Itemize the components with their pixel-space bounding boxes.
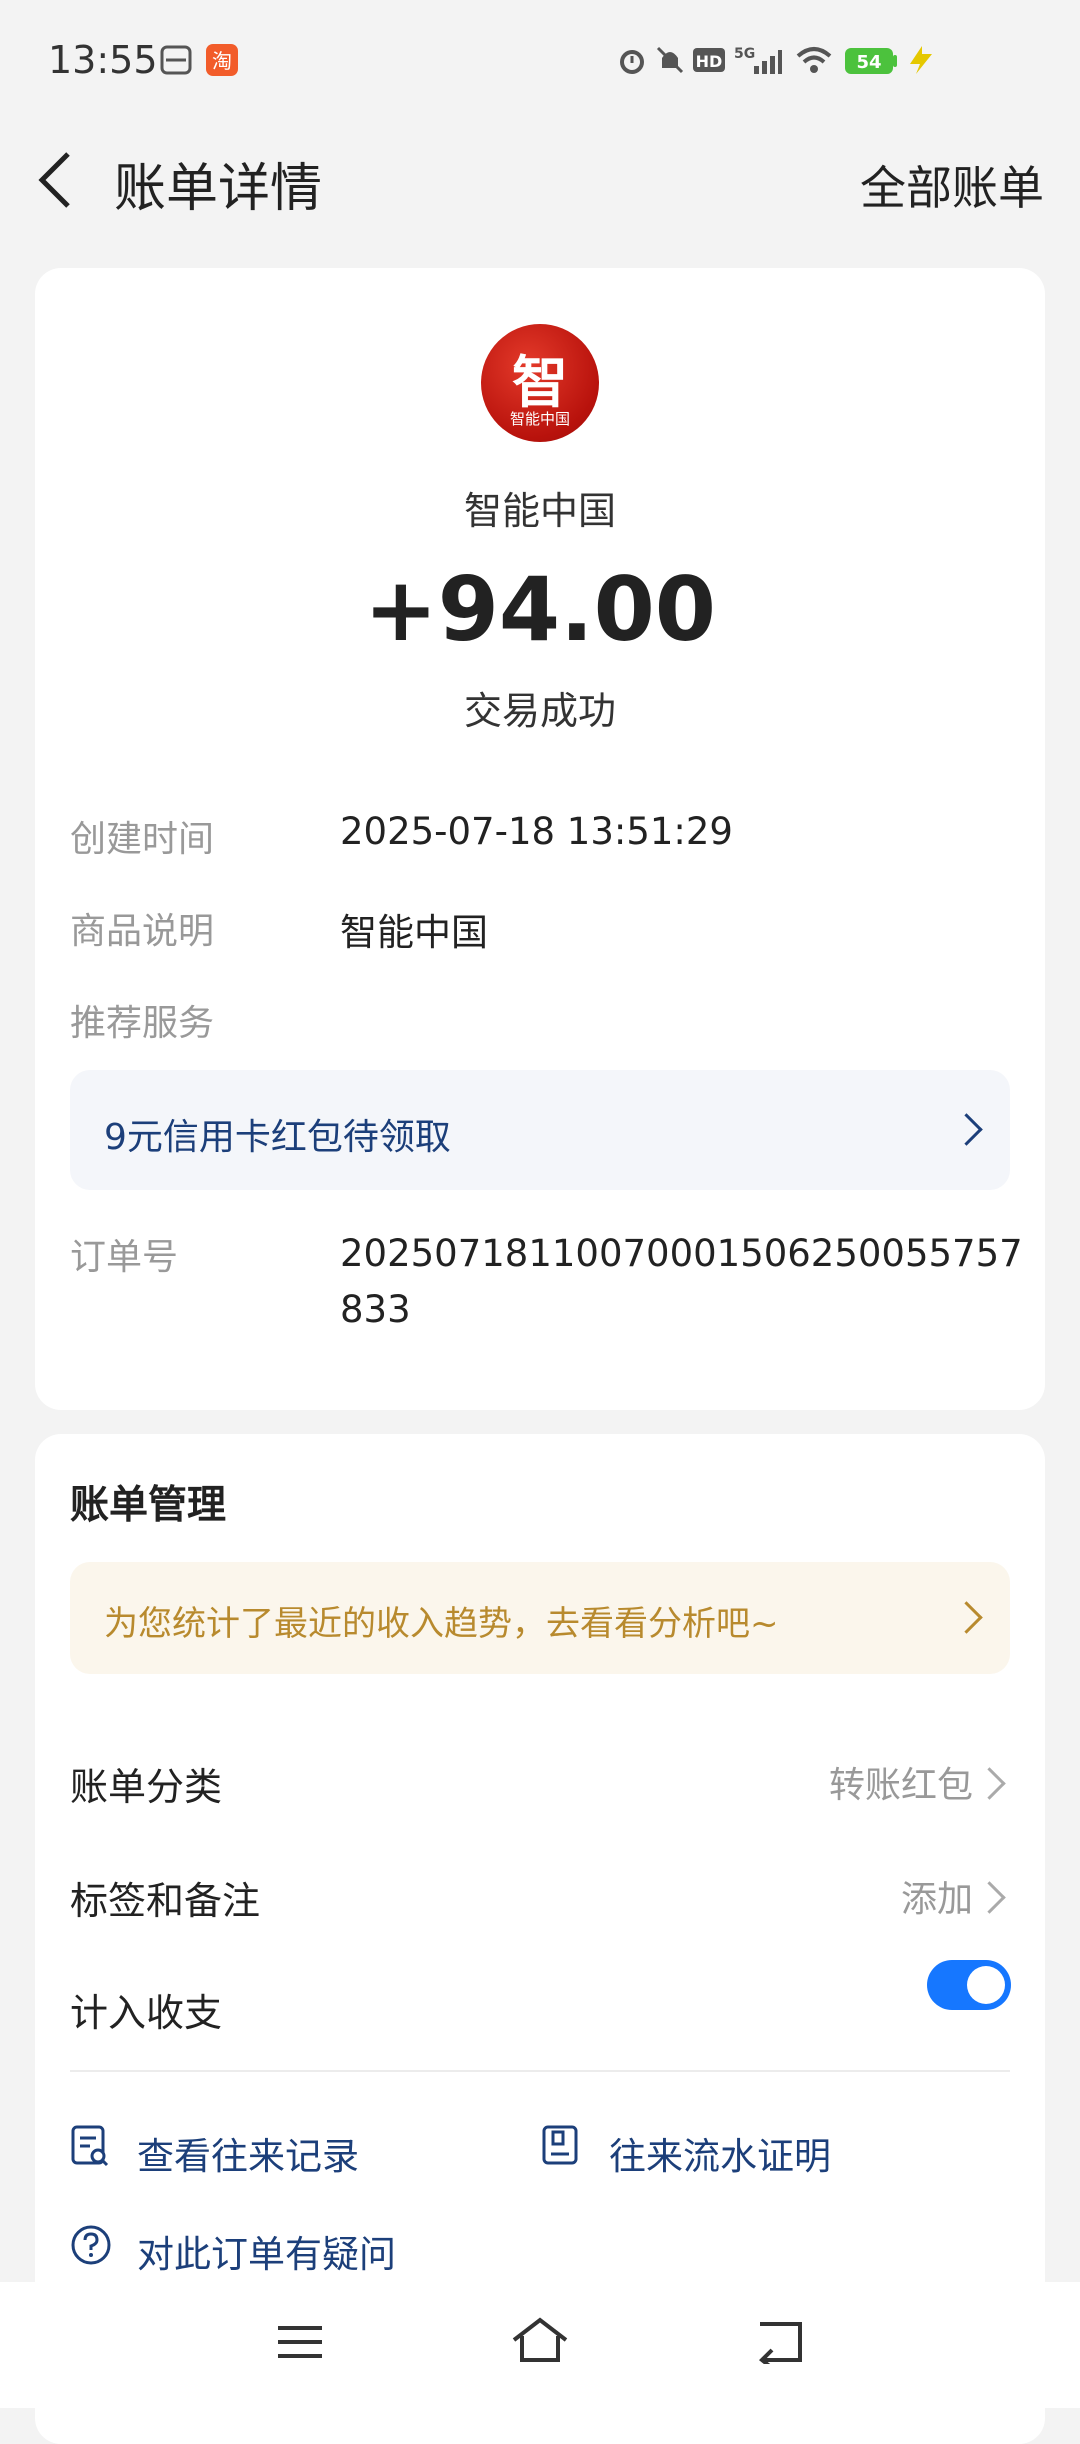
back-arrow-icon[interactable] xyxy=(36,148,76,212)
recommended-service-label: 推荐服务 xyxy=(70,1003,215,1044)
tip-text: 为您统计了最近的收入趋势，去看看分析吧~ xyxy=(104,1604,779,1644)
svg-text:淘: 淘 xyxy=(212,49,232,73)
transaction-detail-card: 智 智能中国 智能中国 +94.00 交易成功 创建时间 2025-07-18 … xyxy=(35,268,1045,1410)
merchant-name: 智能中国 xyxy=(463,489,616,533)
transaction-status: 交易成功 xyxy=(463,689,616,733)
svg-text:HD: HD xyxy=(696,52,723,71)
home-icon[interactable] xyxy=(510,2316,570,2366)
tags-notes-add[interactable]: 添加 xyxy=(901,1870,973,1922)
alarm-icon xyxy=(620,50,644,74)
menu-icon[interactable] xyxy=(276,2322,324,2362)
view-records-link[interactable]: 查看往来记录 xyxy=(137,2126,359,2180)
order-number-value: 20250718110070001506250055757833 xyxy=(340,1232,1023,1331)
signal-icon: 5G xyxy=(734,46,782,74)
status-time: 13:55 xyxy=(48,38,158,82)
status-bar: 13:55 淘 HD 5G 54 xyxy=(0,0,1080,120)
system-nav-bar xyxy=(0,2282,1080,2408)
chevron-right-icon xyxy=(950,1601,983,1634)
product-desc-value: 智能中国 xyxy=(340,911,488,954)
product-desc-label: 商品说明 xyxy=(70,911,215,952)
divider xyxy=(70,2070,1010,2072)
return-icon[interactable] xyxy=(756,2318,806,2364)
merchant-logo: 智 智能中国 xyxy=(481,324,599,442)
hd-icon: HD xyxy=(693,48,725,72)
count-in-balance-toggle[interactable] xyxy=(927,1960,1011,2010)
income-trend-tip[interactable]: 为您统计了最近的收入趋势，去看看分析吧~ xyxy=(70,1562,1010,1674)
chevron-right-icon xyxy=(973,1881,1006,1914)
statement-proof-link[interactable]: 往来流水证明 xyxy=(609,2126,831,2180)
all-bills-button[interactable]: 全部账单 xyxy=(860,152,1044,218)
wifi-icon xyxy=(796,47,832,73)
transaction-amount: +94.00 xyxy=(363,558,717,661)
taobao-app-icon: 淘 xyxy=(206,44,238,76)
count-in-balance-label: 计入收支 xyxy=(70,1991,223,2035)
bill-category-label: 账单分类 xyxy=(70,1765,223,1809)
section-title: 账单管理 xyxy=(70,1483,227,1528)
chevron-right-icon xyxy=(973,1767,1006,1800)
promo-text: 9元信用卡红包待领取 xyxy=(104,1117,451,1158)
order-number-label: 订单号 xyxy=(70,1237,179,1278)
page-title: 账单详情 xyxy=(114,159,323,219)
bill-category-value[interactable]: 转账红包 xyxy=(829,1756,973,1808)
created-time-label: 创建时间 xyxy=(70,819,215,860)
statement-icon xyxy=(542,2125,578,2165)
svg-text:5G: 5G xyxy=(734,46,755,62)
credit-card-promo-banner[interactable]: 9元信用卡红包待领取 xyxy=(70,1070,1010,1190)
order-question-link[interactable]: 对此订单有疑问 xyxy=(137,2224,396,2278)
svg-text:54: 54 xyxy=(856,52,881,73)
toggle-knob xyxy=(967,1966,1005,2004)
battery-icon: 54 xyxy=(845,48,897,74)
tags-notes-label: 标签和备注 xyxy=(70,1879,261,1923)
created-time-value: 2025-07-18 13:51:29 xyxy=(340,810,733,853)
charging-icon xyxy=(910,46,932,74)
mute-icon xyxy=(656,46,684,74)
question-icon xyxy=(71,2225,111,2265)
chevron-right-icon xyxy=(950,1113,983,1146)
records-icon xyxy=(71,2125,109,2167)
notification-app-icon xyxy=(160,45,192,75)
